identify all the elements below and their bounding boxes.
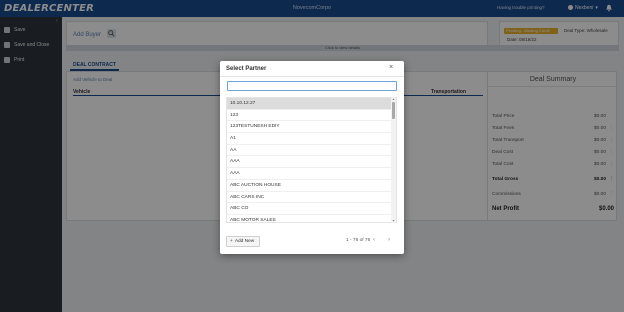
next-page-icon[interactable]: › [388,237,390,243]
previous-page-icon[interactable]: ‹ [373,237,375,243]
modal-divider [220,76,404,77]
list-item[interactable]: ABC CARS INC [227,192,396,204]
plus-icon: + [230,239,233,244]
add-new-label: Add New [234,239,255,244]
list-item[interactable]: 123TESTUNESH EDIY [227,121,396,134]
partner-search-input[interactable] [227,81,397,91]
list-item[interactable]: 123 [227,110,396,122]
list-item[interactable]: A1 [227,133,396,145]
partner-list-scrollbar[interactable] [391,97,396,223]
list-item[interactable]: AAA [227,156,396,169]
add-new-partner-button[interactable]: + Add New [226,236,260,247]
list-item[interactable]: 10.10.12.27 [227,98,396,110]
list-item[interactable]: AAA [227,168,396,180]
list-item[interactable]: AA [227,145,396,157]
modal-title: Select Partner [226,66,267,72]
list-item[interactable]: ABC CO [227,203,396,215]
pagination-text: 1 - 76 of 76 [346,238,371,243]
list-item[interactable]: ABC MOTOR SALES [227,215,396,222]
list-item[interactable]: ABC AUCTION HOUSE [227,180,396,192]
close-icon[interactable]: × [389,64,393,71]
partner-list: 10.10.12.27 123 123TESTUNESH EDIY A1 AA … [226,97,397,223]
select-partner-modal: Select Partner × 10.10.12.27 123 123TEST… [220,61,404,254]
